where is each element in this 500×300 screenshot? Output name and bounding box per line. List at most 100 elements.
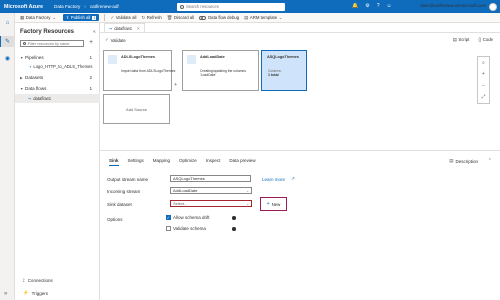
dataflow-icon: ⤳	[109, 25, 113, 31]
help-icon[interactable]: ?	[377, 3, 380, 9]
azure-brand[interactable]: Microsoft Azure	[0, 4, 50, 10]
info-icon[interactable]	[232, 227, 236, 231]
add-resource-icon[interactable]: +	[89, 39, 93, 46]
code-button[interactable]: {} Code	[478, 37, 493, 43]
arm-template-menu[interactable]: ▤ ARM template ⌄	[244, 15, 284, 21]
notifications-icon[interactable]: 🔔	[352, 3, 358, 9]
allow-schema-drift-label: Allow schema drift	[173, 215, 210, 220]
node-description: Import data from ADLSLogoThemes	[121, 69, 176, 73]
checkbox-checked[interactable]: ✓	[166, 215, 171, 220]
data-flows-count: 1	[89, 86, 92, 91]
new-dataset-button[interactable]: + New	[260, 197, 287, 211]
sink-dataset-select[interactable]: Select... ⌄	[170, 200, 252, 207]
filter-resources-input[interactable]	[27, 41, 82, 46]
zoom-out-icon[interactable]: −	[482, 82, 485, 90]
description-button[interactable]: ▤ Description	[449, 158, 478, 164]
derived-column-icon	[187, 55, 196, 64]
factory-icon: ▦	[20, 14, 25, 20]
tab-data-preview[interactable]: Data preview	[229, 158, 255, 163]
validate-button[interactable]: ✓ Validate	[105, 37, 126, 43]
triggers-link[interactable]: ⚡ Triggers	[23, 290, 48, 296]
avatar[interactable]	[489, 2, 497, 11]
data-factory-selector[interactable]: ▦ Data Factory ⌄	[20, 15, 58, 21]
validate-all-label: Validate all	[115, 15, 137, 20]
filter-resources[interactable]	[20, 40, 84, 47]
close-icon[interactable]: ×	[137, 26, 139, 31]
add-source-button[interactable]: Add Source	[103, 94, 170, 124]
tab-optimize[interactable]: Optimize	[179, 158, 197, 163]
breadcrumb-data-factory[interactable]: Data Factory	[54, 4, 80, 9]
tab-sink[interactable]: Sink	[109, 158, 119, 166]
arm-template-icon: ▤	[244, 14, 249, 20]
node-description: Creating/updating the columns 'LoadDate'	[200, 69, 246, 77]
source-node[interactable]: ADLSLogoThemes Import data from ADLSLogo…	[103, 50, 177, 91]
canvas-zoom-controls: ⌕ + − ⤢	[477, 56, 490, 104]
tab-settings[interactable]: Settings	[128, 158, 144, 163]
triggers-label: Triggers	[31, 290, 48, 296]
tab-mapping[interactable]: Mapping	[153, 158, 170, 163]
settings-icon[interactable]: ⚙	[365, 3, 369, 9]
derived-column-node[interactable]: AddLoadDate Creating/updating the column…	[182, 50, 264, 91]
monitor-icon[interactable]: ◉	[4, 55, 11, 62]
left-rail: ⌂ ✎ ◉ »	[0, 13, 15, 300]
tab-label: dataflow1	[114, 25, 133, 31]
data-flow-debug-toggle[interactable]: Data flow debug	[199, 15, 239, 20]
external-link-icon[interactable]: ↗	[291, 176, 295, 182]
canvas-toolbar: ✓ Validate	[100, 35, 500, 45]
incoming-stream-select[interactable]: AddLoadDate ⌄	[170, 187, 252, 194]
tree-pipeline-item[interactable]: ⇢ Logo_HTTP_to_ADLS_Themes	[15, 62, 100, 71]
global-search-input[interactable]	[186, 4, 281, 9]
info-icon[interactable]	[232, 216, 236, 220]
search-icon	[23, 41, 27, 46]
tab-dataflow1[interactable]: ⤳ dataflow1 ×	[104, 23, 145, 32]
checkbox-unchecked[interactable]	[166, 226, 171, 231]
tree-dataflow-item[interactable]: ⤳ dataflow1	[15, 94, 100, 103]
tree-data-flows[interactable]: ▼ Data flows 1	[15, 84, 100, 93]
toolbar-divider	[104, 14, 106, 21]
check-icon: ✓	[110, 14, 115, 20]
tree-pipelines-label: Pipelines	[25, 55, 44, 60]
learn-more-link[interactable]: Learn more	[262, 177, 285, 182]
tab-inspect[interactable]: Inspect	[206, 158, 221, 163]
upload-icon: ⇪	[65, 14, 70, 20]
fit-screen-icon[interactable]: ⤢	[481, 93, 485, 101]
tree-pipelines[interactable]: ▼ Pipelines 1	[15, 53, 100, 62]
script-button[interactable]: ▤ Script	[453, 37, 470, 43]
top-icon-group: 🔔 ⚙ ? ☺	[352, 3, 392, 9]
breadcrumb-factory-name[interactable]: catfirenew-adf	[90, 4, 119, 9]
add-transform-icon[interactable]: +	[174, 82, 177, 88]
global-search[interactable]	[177, 2, 285, 11]
publish-all-button[interactable]: ⇪ Publish all 1	[62, 14, 100, 21]
home-icon[interactable]: ⌂	[4, 19, 11, 26]
zoom-in-icon[interactable]: +	[482, 70, 485, 78]
description-icon: ▤	[449, 158, 454, 163]
data-flow-debug-label: Data flow debug	[208, 15, 240, 20]
toggle-switch[interactable]	[199, 15, 207, 20]
code-icon: {}	[478, 37, 482, 42]
refresh-button[interactable]: ↻ Refresh	[141, 15, 161, 21]
feedback-icon[interactable]: ☺	[387, 3, 392, 9]
incoming-stream-value: AddLoadDate	[173, 188, 198, 193]
validate-all-button[interactable]: ✓ Validate all	[110, 15, 136, 21]
output-stream-field[interactable]: ASQLogoThemes	[170, 175, 251, 182]
chevron-down-icon: ⌄	[246, 201, 249, 206]
sink-node[interactable]: ASQLogoThemes Columns: 1 total	[261, 50, 307, 91]
node-title: ADLSLogoThemes	[121, 55, 155, 59]
data-factory-label: Data Factory	[25, 15, 51, 20]
discard-all-button[interactable]: 🗑 Discard all	[167, 15, 194, 21]
expand-rail-icon[interactable]: »	[4, 291, 7, 297]
data-flow-canvas[interactable]: ADLSLogoThemes Import data from ADLSLogo…	[100, 46, 500, 150]
description-label: Description	[455, 158, 478, 164]
factory-resources-title: Factory Resources	[20, 29, 75, 35]
pipeline-item-label: Logo_HTTP_to_ADLS_Themes	[33, 64, 93, 69]
search-canvas-icon[interactable]: ⌕	[482, 59, 485, 67]
user-account[interactable]: dave@catfirenew.onmicrosoft.com	[420, 3, 486, 8]
author-pencil-icon[interactable]: ✎	[4, 38, 11, 45]
validate-schema-checkbox[interactable]: Validate schema	[166, 226, 206, 231]
panel-splitter[interactable]	[100, 150, 500, 151]
tree-datasets[interactable]: ▶ Datasets 2	[15, 73, 100, 82]
connections-link[interactable]: ⟟ Connections	[23, 278, 53, 283]
allow-schema-drift-checkbox[interactable]: ✓ Allow schema drift	[166, 215, 210, 220]
collapse-panel-icon[interactable]: «	[93, 29, 96, 35]
expand-panel-icon[interactable]: ⌃	[488, 158, 492, 164]
